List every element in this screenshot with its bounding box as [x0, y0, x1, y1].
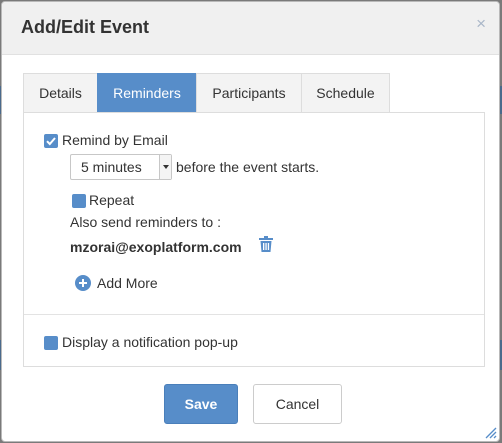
recipient-email: mzorai@exoplatform.com [70, 239, 242, 255]
remind-by-email-checkbox[interactable] [44, 134, 58, 148]
tab-details[interactable]: Details [23, 73, 98, 112]
repeat-label: Repeat [89, 192, 135, 208]
add-edit-event-dialog: Add/Edit Event × Details Reminders Parti… [1, 1, 500, 442]
remind-by-email-label: Remind by Email [62, 132, 168, 148]
tab-reminders[interactable]: Reminders [97, 73, 197, 112]
cancel-button[interactable]: Cancel [253, 384, 342, 424]
tab-schedule[interactable]: Schedule [301, 73, 390, 112]
trash-icon[interactable] [259, 236, 273, 252]
reminder-interval-select[interactable]: 5 minutes [70, 154, 172, 180]
resize-handle-icon[interactable] [483, 425, 497, 439]
reminders-panel: Remind by Email 5 minutes before the eve… [23, 112, 485, 367]
save-button[interactable]: Save [164, 384, 238, 424]
tab-bar: Details Reminders Participants Schedule [23, 73, 390, 112]
notification-popup-label: Display a notification pop-up [62, 334, 238, 350]
section-divider [24, 314, 484, 315]
chevron-down-icon [159, 155, 171, 179]
repeat-checkbox[interactable] [72, 194, 86, 208]
dialog-title: Add/Edit Event [21, 17, 150, 37]
dialog-header: Add/Edit Event × [2, 2, 499, 55]
plus-circle-icon [75, 275, 91, 291]
before-event-text: before the event starts. [176, 159, 320, 175]
check-icon [46, 137, 56, 146]
close-icon[interactable]: × [476, 15, 486, 32]
add-more-label: Add More [97, 275, 158, 291]
notification-popup-checkbox[interactable] [44, 336, 58, 350]
dialog-body: Details Reminders Participants Schedule … [2, 54, 499, 441]
reminder-interval-value: 5 minutes [81, 159, 142, 175]
also-send-label: Also send reminders to : [70, 214, 221, 230]
tab-participants[interactable]: Participants [196, 73, 302, 112]
